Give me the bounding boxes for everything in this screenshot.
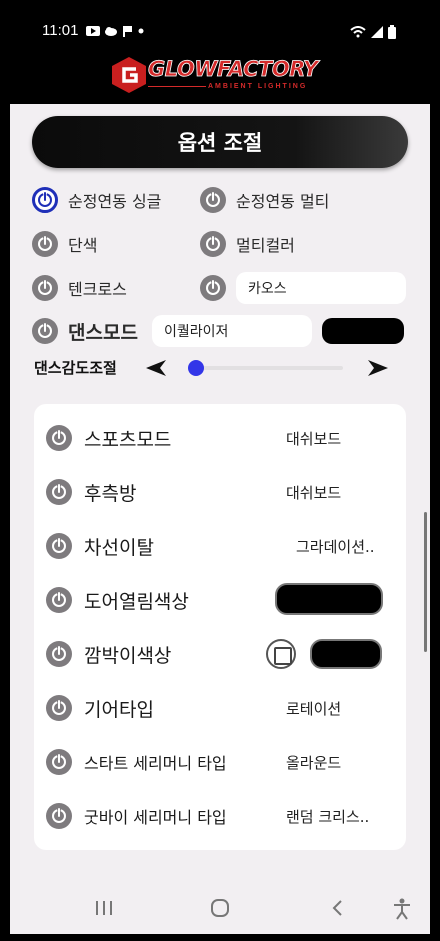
settings-card: 스포츠모드 대쉬보드 후측방 대쉬보드 차선이탈 그라데이션.. 도어열림색상 … <box>34 404 406 850</box>
brand-bar: GLOWFACTORY AMBIENT LIGHTING <box>0 50 440 104</box>
mode-label: 멀티컬러 <box>236 236 295 255</box>
arrow-right-icon[interactable] <box>368 360 388 376</box>
power-icon <box>46 479 72 505</box>
mode-dance[interactable]: 댄스모드 <box>32 316 138 346</box>
row-value[interactable]: 올라운드 <box>286 752 341 773</box>
power-icon <box>46 533 72 559</box>
logo-text: GLOWFACTORY <box>148 57 319 82</box>
status-bar: 11:01 <box>0 0 440 50</box>
home-icon[interactable] <box>210 898 230 918</box>
power-icon <box>200 275 226 301</box>
brand-logo: GLOWFACTORY AMBIENT LIGHTING <box>112 55 332 99</box>
arrow-left-icon[interactable] <box>146 360 166 376</box>
wifi-icon <box>350 26 366 38</box>
signal-icon <box>371 26 383 38</box>
scrollbar[interactable] <box>424 512 427 652</box>
row-value[interactable]: 그라데이션.. <box>296 536 375 557</box>
door-color-swatch[interactable] <box>275 583 383 615</box>
power-icon <box>200 231 226 257</box>
power-icon <box>46 425 72 451</box>
row-label: 굿바이 세리머니 타입 <box>84 808 227 827</box>
row-label: 스타트 세리머니 타입 <box>84 754 227 773</box>
mode-label: 단색 <box>68 236 98 255</box>
row-sports-mode[interactable]: 스포츠모드 대쉬보드 <box>46 421 396 455</box>
row-label: 기어타입 <box>84 698 154 721</box>
row-blinker-color[interactable]: 깜박이색상 <box>46 637 396 671</box>
mode-single-color[interactable]: 단색 <box>32 229 97 259</box>
cloud-icon <box>105 27 117 36</box>
sensitivity-slider-thumb[interactable] <box>188 360 204 376</box>
mode-chaos[interactable] <box>200 273 226 303</box>
sensitivity-label: 댄스감도조절 <box>34 359 117 377</box>
power-icon <box>32 187 58 213</box>
power-icon <box>46 749 72 775</box>
back-icon[interactable] <box>328 898 348 918</box>
power-icon <box>32 275 58 301</box>
system-icons <box>350 25 396 39</box>
mode-oem-single[interactable]: 순정연동 싱글 <box>32 185 161 215</box>
notification-icons <box>86 25 144 37</box>
row-start-ceremony[interactable]: 스타트 세리머니 타입 올라운드 <box>46 745 396 779</box>
power-icon <box>46 803 72 829</box>
mode-label: 순정연동 멀티 <box>236 192 330 211</box>
row-label: 후측방 <box>84 482 137 505</box>
row-door-open-color[interactable]: 도어열림색상 <box>46 583 396 617</box>
row-goodbye-ceremony[interactable]: 굿바이 세리머니 타입 랜덤 크리스.. <box>46 799 396 833</box>
row-label: 차선이탈 <box>84 536 154 559</box>
blinker-toggle-icon[interactable] <box>266 639 296 669</box>
battery-icon <box>388 25 396 39</box>
power-icon <box>46 587 72 613</box>
row-gear-type[interactable]: 기어타입 로테이션 <box>46 691 396 725</box>
mode-label: 순정연동 싱글 <box>68 192 162 211</box>
options-panel: 옵션 조절 순정연동 싱글 순정연동 멀티 단색 멀티컬러 텐크로스 카오스 댄… <box>10 104 430 886</box>
mode-label: 댄스모드 <box>68 321 138 344</box>
row-value[interactable]: 대쉬보드 <box>286 482 341 503</box>
mode-multi-color[interactable]: 멀티컬러 <box>200 229 295 259</box>
power-icon <box>200 187 226 213</box>
mode-ten-cross[interactable]: 텐크로스 <box>32 273 127 303</box>
sensitivity-slider-track[interactable] <box>198 366 343 370</box>
row-value[interactable]: 대쉬보드 <box>286 428 341 449</box>
logo-subtitle: AMBIENT LIGHTING <box>208 83 308 90</box>
recents-icon[interactable] <box>94 898 114 918</box>
mode-label: 텐크로스 <box>68 280 127 299</box>
status-time: 11:01 <box>42 22 79 39</box>
row-label: 스포츠모드 <box>84 428 172 451</box>
youtube-icon <box>86 26 100 36</box>
mode-oem-multi[interactable]: 순정연동 멀티 <box>200 185 329 215</box>
power-icon <box>46 641 72 667</box>
power-icon <box>46 695 72 721</box>
logo-emblem-icon <box>112 57 146 93</box>
row-value[interactable]: 랜덤 크리스.. <box>286 806 369 827</box>
row-blind-spot[interactable]: 후측방 대쉬보드 <box>46 475 396 509</box>
equalizer-chip[interactable]: 이퀄라이저 <box>152 315 312 347</box>
dot-icon <box>138 28 144 34</box>
system-nav-bar <box>10 886 430 934</box>
row-label: 깜박이색상 <box>84 644 172 667</box>
page-title: 옵션 조절 <box>177 131 263 155</box>
logo-divider <box>148 86 206 87</box>
accessibility-icon[interactable] <box>392 898 412 920</box>
dance-color-swatch[interactable] <box>322 318 404 344</box>
blinker-color-swatch[interactable] <box>310 639 382 669</box>
power-icon <box>32 318 58 344</box>
row-value[interactable]: 로테이션 <box>286 698 341 719</box>
row-label: 도어열림색상 <box>84 590 189 613</box>
row-lane-departure[interactable]: 차선이탈 그라데이션.. <box>46 529 396 563</box>
power-icon <box>32 231 58 257</box>
chaos-chip[interactable]: 카오스 <box>236 272 406 304</box>
page-title-bar: 옵션 조절 <box>32 116 408 168</box>
flag-icon <box>123 26 132 37</box>
